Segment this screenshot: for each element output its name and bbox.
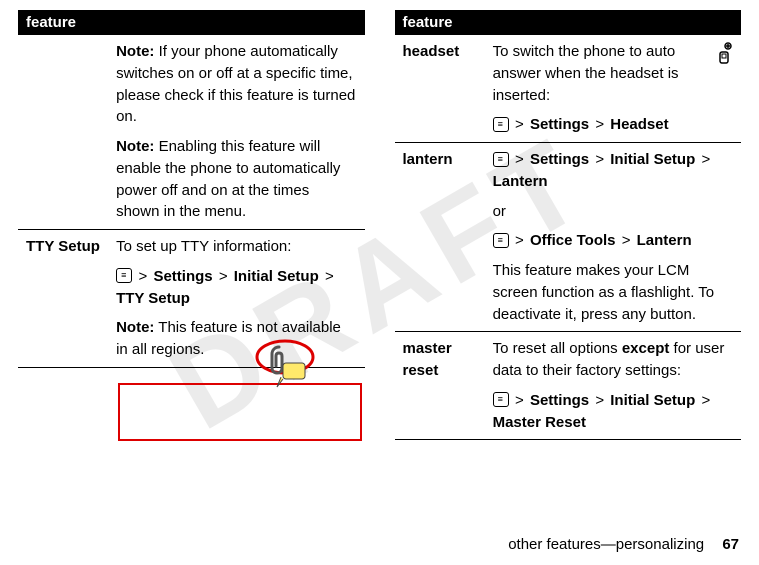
table-row: headset To switch the phone to auto answ… <box>395 35 742 143</box>
page-number: 67 <box>722 536 739 553</box>
right-column: feature headset To switch the phone to a… <box>395 10 742 440</box>
feature-cell <box>18 35 108 230</box>
desc-text-a: To reset all options <box>493 340 622 357</box>
table-row: Note: If your phone automatically switch… <box>18 35 365 230</box>
table-row: lantern ≡ > Settings > Initial Setup > L… <box>395 143 742 332</box>
path-settings: Settings <box>530 151 589 168</box>
menu-key-icon: ≡ <box>116 268 132 283</box>
menu-key-icon: ≡ <box>493 117 509 132</box>
path-master-reset: Master Reset <box>493 414 586 431</box>
path-lantern: Lantern <box>637 232 692 249</box>
description-cell: To switch the phone to auto answer when … <box>485 35 741 143</box>
gt: > <box>622 232 631 249</box>
description-cell: ≡ > Settings > Initial Setup > Lantern o… <box>485 143 741 332</box>
menu-key-icon: ≡ <box>493 233 509 248</box>
desc-text: To set up TTY information: <box>116 236 356 258</box>
note-label: Note: <box>116 319 154 336</box>
path-settings: Settings <box>530 392 589 409</box>
gt: > <box>325 268 334 285</box>
or-text: or <box>493 201 733 223</box>
note-label: Note: <box>116 138 154 155</box>
description-cell: Note: If your phone automatically switch… <box>108 35 364 230</box>
right-header: feature <box>395 10 742 35</box>
menu-key-icon: ≡ <box>493 152 509 167</box>
table-row: TTY Setup To set up TTY information: ≡ >… <box>18 230 365 368</box>
headset-icon <box>709 41 733 72</box>
page-footer: other features—personalizing 67 <box>508 536 739 553</box>
description-cell: To reset all options except for user dat… <box>485 332 741 440</box>
feature-cell: master reset <box>395 332 485 440</box>
feature-cell: TTY Setup <box>18 230 108 368</box>
feature-cell: lantern <box>395 143 485 332</box>
desc-text: This feature makes your LCM screen funct… <box>493 260 733 325</box>
page-columns: feature Note: If your phone automaticall… <box>0 0 759 440</box>
gt: > <box>515 392 524 409</box>
gt: > <box>515 116 524 133</box>
feature-cell: headset <box>395 35 485 143</box>
table-row: master reset To reset all options except… <box>395 332 742 440</box>
footer-text: other features—personalizing <box>508 536 704 553</box>
gt: > <box>595 392 604 409</box>
path-settings: Settings <box>530 116 589 133</box>
path-headset: Headset <box>610 116 668 133</box>
gt: > <box>515 151 524 168</box>
gt: > <box>701 392 710 409</box>
path-lantern: Lantern <box>493 173 548 190</box>
right-table: feature headset To switch the phone to a… <box>395 10 742 440</box>
left-table: feature Note: If your phone automaticall… <box>18 10 365 368</box>
path-initial-setup: Initial Setup <box>234 268 319 285</box>
path-settings: Settings <box>153 268 212 285</box>
description-cell: To set up TTY information: ≡ > Settings … <box>108 230 364 368</box>
gt: > <box>139 268 148 285</box>
path-office-tools: Office Tools <box>530 232 616 249</box>
gt: > <box>595 116 604 133</box>
left-header: feature <box>18 10 365 35</box>
path-initial-setup: Initial Setup <box>610 392 695 409</box>
gt: > <box>595 151 604 168</box>
note-label: Note: <box>116 43 154 60</box>
desc-text-b: except <box>622 340 670 357</box>
path-initial-setup: Initial Setup <box>610 151 695 168</box>
path-tty: TTY Setup <box>116 290 190 307</box>
desc-text: To switch the phone to auto answer when … <box>493 41 733 106</box>
gt: > <box>515 232 524 249</box>
gt: > <box>701 151 710 168</box>
gt: > <box>219 268 228 285</box>
menu-key-icon: ≡ <box>493 392 509 407</box>
left-column: feature Note: If your phone automaticall… <box>18 10 365 440</box>
